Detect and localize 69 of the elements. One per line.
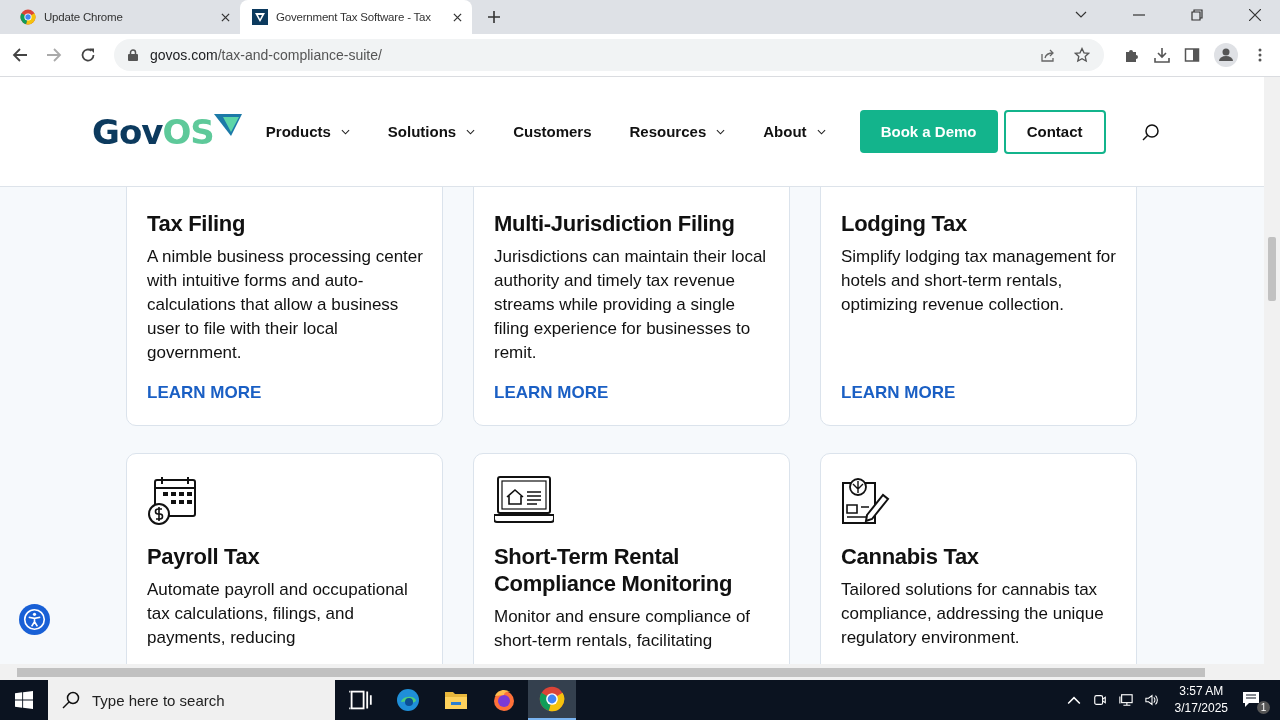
lock-icon — [128, 49, 138, 61]
notification-count: 1 — [1257, 701, 1270, 714]
browser-tab[interactable]: Update Chrome — [8, 0, 240, 34]
nav-menu-item[interactable]: Solutions — [387, 123, 476, 140]
share-icon[interactable] — [1040, 47, 1056, 63]
download-icon[interactable] — [1154, 47, 1170, 63]
horizontal-scrollbar[interactable] — [0, 664, 1280, 680]
reload-icon[interactable] — [80, 47, 96, 63]
card-description: Simplify lodging tax management for hotels and short-term rentals, optimizing revenue collection. — [841, 246, 1117, 316]
notification-icon[interactable] — [1242, 690, 1260, 708]
side-panel-icon[interactable] — [1184, 47, 1200, 63]
windows-start-icon[interactable] — [15, 691, 33, 709]
learn-more-link[interactable]: LEARN MORE — [494, 383, 609, 403]
clock-time: 3:57 AM — [1179, 683, 1224, 700]
taskbar-clock[interactable]: 3:57 AM 3/17/2025 — [1174, 683, 1228, 717]
firefox-icon[interactable] — [492, 688, 516, 712]
site-logo-icon — [252, 9, 268, 25]
nav-menu-item[interactable]: About — [763, 123, 826, 140]
card-description: A nimble business processing center with intuitive forms and auto-calculations that allow a business user to file with their local government. — [147, 246, 424, 364]
card-title: Short-Term Rental Compliance Monitoring — [494, 543, 734, 597]
chevron-down-icon[interactable] — [716, 128, 726, 135]
taskbar-search-field[interactable]: Type here to search — [90, 690, 314, 710]
search-icon[interactable] — [1141, 122, 1160, 141]
nav-menu-item[interactable]: Customers — [513, 123, 592, 140]
volume-icon[interactable] — [1144, 693, 1159, 707]
puzzle-icon[interactable] — [1124, 47, 1140, 63]
card-description: Automate payroll and occupational tax calculations, filings, and payments, reducing — [147, 579, 409, 649]
card-title: Lodging Tax — [841, 210, 968, 237]
taskbar-app-button[interactable] — [528, 680, 576, 720]
nav-menu-item[interactable]: Resources — [629, 123, 726, 140]
address-bar[interactable]: govos.com/tax-and-compliance-suite/ — [114, 39, 1104, 71]
card-description: Monitor and ensure compliance of short-term rentals, facilitating — [494, 606, 752, 652]
chevron-down-icon[interactable] — [340, 128, 350, 135]
calendar-dollar-icon — [147, 475, 197, 525]
laptop-house-icon — [494, 475, 554, 525]
restore-icon[interactable] — [1191, 9, 1203, 21]
close-icon[interactable] — [221, 12, 230, 22]
nav-menu-item[interactable]: Products — [265, 123, 350, 140]
clock-date: 3/17/2025 — [1174, 700, 1228, 717]
learn-more-link[interactable]: LEARN MORE — [147, 383, 262, 403]
profile-icon[interactable] — [1214, 43, 1238, 67]
card-title: Cannabis Tax — [841, 543, 980, 570]
taskbar-search-box[interactable]: Type here to search — [48, 680, 335, 720]
learn-more-link[interactable]: LEARN MORE — [841, 383, 956, 403]
camera-icon[interactable] — [1092, 693, 1107, 707]
card-title: Payroll Tax — [147, 543, 261, 570]
edge-icon[interactable] — [396, 688, 420, 712]
vertical-scrollbar[interactable] — [1264, 77, 1280, 664]
card-description: Tailored solutions for cannabis tax compliance, addressing the unique regulatory environment. — [841, 579, 1105, 649]
close-icon[interactable] — [453, 12, 462, 22]
card-description: Jurisdictions can maintain their local authority and timely tax revenue streams while providing a single filing experience for businesses to remit. — [494, 246, 768, 364]
document-leaf-icon — [841, 475, 891, 525]
network-icon[interactable] — [1118, 693, 1133, 707]
chrome-icon — [20, 9, 36, 25]
chevron-down-icon[interactable] — [466, 128, 476, 135]
back-icon[interactable] — [12, 47, 28, 63]
browser-tab[interactable]: Government Tax Software - Tax — [240, 0, 472, 34]
new-tab-icon[interactable] — [488, 11, 500, 23]
chrome-icon[interactable] — [539, 686, 565, 712]
site-logo[interactable]: GovOS — [92, 111, 242, 152]
task-view-icon[interactable] — [348, 688, 372, 712]
accessibility-button[interactable] — [19, 604, 50, 635]
card-title: Tax Filing — [147, 210, 247, 237]
close-icon[interactable] — [1249, 9, 1261, 21]
search-icon[interactable] — [62, 691, 80, 709]
star-icon[interactable] — [1074, 47, 1090, 63]
contact-button[interactable]: Contact — [1003, 109, 1106, 154]
card-title: Multi-Jurisdiction Filing — [494, 210, 736, 237]
chevron-down-icon[interactable] — [816, 128, 826, 135]
